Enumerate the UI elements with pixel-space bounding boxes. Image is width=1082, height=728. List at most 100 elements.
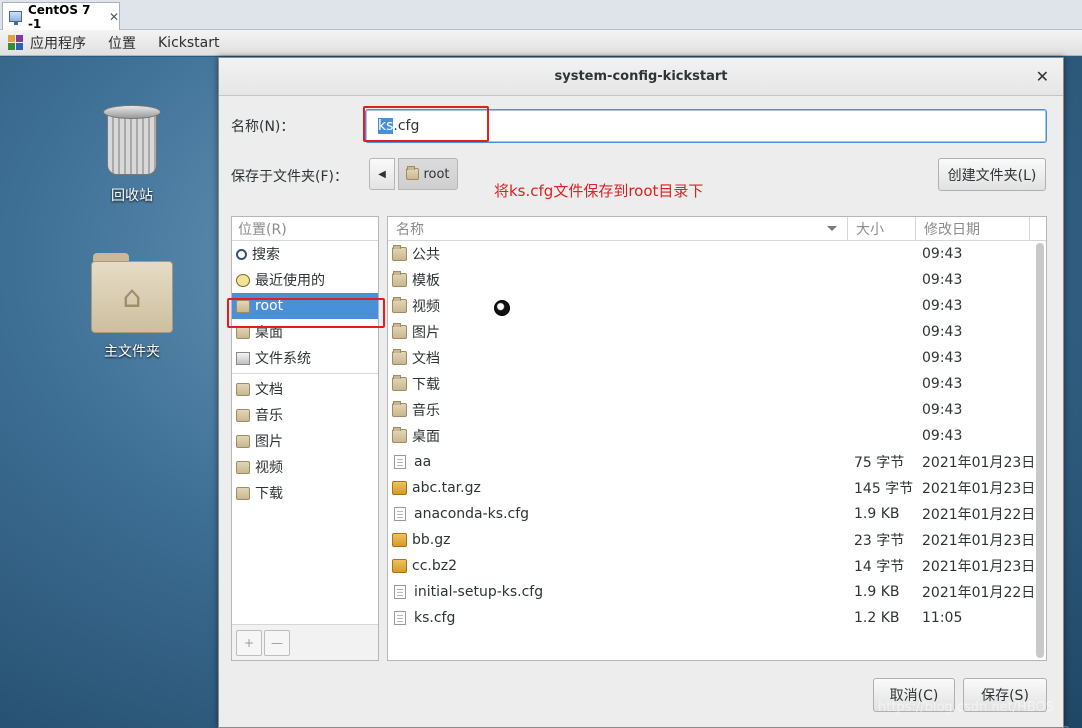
file-name-cell: bb.gz: [388, 532, 848, 548]
file-name-cell: 文档: [388, 348, 848, 368]
sidebar-item-3[interactable]: 桌面: [232, 319, 378, 345]
path-root-button[interactable]: root: [398, 158, 458, 190]
sidebar-bookmark-3[interactable]: 视频: [232, 454, 378, 480]
sidebar-item-0[interactable]: 搜索: [232, 241, 378, 267]
annotation-note: 将ks.cfg文件保存到root目录下: [494, 182, 704, 200]
desktop-trash[interactable]: 回收站: [82, 105, 182, 205]
file-name: 文档: [412, 351, 440, 367]
filename-rest-text: .cfg: [393, 118, 420, 134]
sidebar-item-1[interactable]: 最近使用的: [232, 267, 378, 293]
sidebar-bookmark-0[interactable]: 文档: [232, 376, 378, 402]
file-modified: 2021年01月23日: [922, 455, 1036, 471]
file-row[interactable]: anaconda-ks.cfg 1.9 KB 2021年01月22日: [388, 501, 1046, 527]
file-row[interactable]: 视频 09:43: [388, 293, 1046, 319]
file-name: 模板: [412, 273, 440, 289]
file-modified: 09:43: [922, 246, 963, 262]
places-menu[interactable]: 位置: [108, 33, 136, 53]
close-tab-icon[interactable]: ✕: [109, 10, 119, 24]
sidebar-bookmark-4[interactable]: 下载: [232, 480, 378, 506]
column-header-name[interactable]: 名称: [388, 217, 848, 240]
column-header-modified[interactable]: 修改日期: [916, 217, 1030, 240]
folder-icon: [392, 349, 407, 365]
file-name-cell: 桌面: [388, 426, 848, 446]
file-name-cell: initial-setup-ks.cfg: [388, 584, 848, 600]
file-size: 145 字节: [854, 481, 914, 497]
folder-icon: [392, 323, 407, 339]
column-header-size[interactable]: 大小: [848, 217, 916, 240]
file-modified: 09:43: [922, 298, 963, 314]
file-list-header: 名称 大小 修改日期: [388, 217, 1046, 241]
file-row[interactable]: 桌面 09:43: [388, 423, 1046, 449]
vm-tab-title: CentOS 7 -1: [27, 2, 91, 31]
save-dialog: system-config-kickstart ✕ 名称(N)： ks .cfg …: [218, 57, 1064, 728]
file-row[interactable]: initial-setup-ks.cfg 1.9 KB 2021年01月22日: [388, 579, 1046, 605]
document-icon: [394, 455, 406, 469]
sidebar-bookmark-2[interactable]: 图片: [232, 428, 378, 454]
places-header: 位置(R): [232, 217, 378, 241]
place-label: 下载: [255, 486, 283, 502]
file-name-cell: 模板: [388, 270, 848, 290]
file-row[interactable]: 下载 09:43: [388, 371, 1046, 397]
music-icon: [236, 408, 250, 422]
archive-icon: [392, 481, 407, 495]
file-name-cell: 音乐: [388, 400, 848, 420]
place-label: 视频: [255, 460, 283, 476]
file-name: 视频: [412, 299, 440, 315]
sidebar-item-2[interactable]: root: [232, 293, 378, 319]
file-row[interactable]: ks.cfg 1.2 KB 11:05: [388, 605, 1046, 631]
filename-selected-text: ks: [378, 118, 394, 134]
file-row[interactable]: 音乐 09:43: [388, 397, 1046, 423]
close-icon[interactable]: ✕: [1036, 67, 1049, 86]
home-icon: [236, 299, 250, 313]
folder-icon: [392, 375, 407, 391]
file-modified: 2021年01月22日: [922, 507, 1036, 523]
file-name: cc.bz2: [412, 558, 457, 574]
file-row[interactable]: 模板 09:43: [388, 267, 1046, 293]
dialog-title: system-config-kickstart: [554, 69, 728, 84]
vm-tab[interactable]: CentOS 7 -1 ✕: [2, 2, 120, 31]
file-row[interactable]: 公共 09:43: [388, 241, 1046, 267]
home-folder-icon: [406, 166, 420, 180]
vm-tab-bar: CentOS 7 -1 ✕: [0, 0, 1082, 31]
top-panel: 应用程序 位置 Kickstart: [0, 30, 1082, 56]
sidebar-item-4[interactable]: 文件系统: [232, 345, 378, 371]
add-bookmark-button[interactable]: +: [236, 629, 262, 656]
file-row[interactable]: 图片 09:43: [388, 319, 1046, 345]
mouse-cursor-icon: [494, 300, 510, 316]
file-modified: 09:43: [922, 324, 963, 340]
file-name-cell: aa: [388, 454, 848, 470]
home-folder-label: 主文件夹: [104, 344, 160, 360]
file-row[interactable]: abc.tar.gz 145 字节 2021年01月23日: [388, 475, 1046, 501]
trash-label: 回收站: [111, 188, 153, 204]
places-sidebar: 位置(R) 搜索 最近使用的 root 桌面文件系统 文档 音乐 图片视频下载 + —: [231, 216, 379, 661]
watermark: https://blog.csdn.net/HBOS: [878, 700, 1055, 715]
active-app-menu[interactable]: Kickstart: [158, 35, 219, 51]
file-modified: 09:43: [922, 402, 963, 418]
trash-icon: [103, 105, 161, 177]
file-row[interactable]: aa 75 字节 2021年01月23日: [388, 449, 1046, 475]
create-folder-button[interactable]: 创建文件夹(L): [938, 158, 1046, 191]
filename-input[interactable]: ks .cfg: [365, 109, 1047, 143]
file-name: bb.gz: [412, 532, 451, 548]
name-row: 名称(N)：: [231, 116, 294, 136]
file-name: abc.tar.gz: [412, 480, 481, 496]
file-name-cell: ks.cfg: [388, 610, 848, 626]
archive-icon: [392, 533, 407, 547]
file-row[interactable]: 文档 09:43: [388, 345, 1046, 371]
sidebar-bookmark-1[interactable]: 音乐: [232, 402, 378, 428]
desktop-home-folder[interactable]: ⌂ 主文件夹: [82, 249, 182, 361]
archive-icon: [392, 559, 407, 573]
file-modified: 2021年01月23日: [922, 559, 1036, 575]
place-label: 文件系统: [255, 351, 311, 367]
pictures-icon: [236, 434, 250, 448]
path-back-button[interactable]: ◀: [369, 158, 395, 190]
folder-icon: [392, 245, 407, 261]
desktop-icon: [236, 325, 250, 339]
remove-bookmark-button[interactable]: —: [264, 629, 290, 656]
file-list-scrollbar[interactable]: [1036, 243, 1044, 658]
file-row[interactable]: bb.gz 23 字节 2021年01月23日: [388, 527, 1046, 553]
file-row[interactable]: cc.bz2 14 字节 2021年01月23日: [388, 553, 1046, 579]
file-modified: 2021年01月23日: [922, 533, 1036, 549]
videos-icon: [236, 460, 250, 474]
applications-menu[interactable]: 应用程序: [30, 33, 86, 53]
